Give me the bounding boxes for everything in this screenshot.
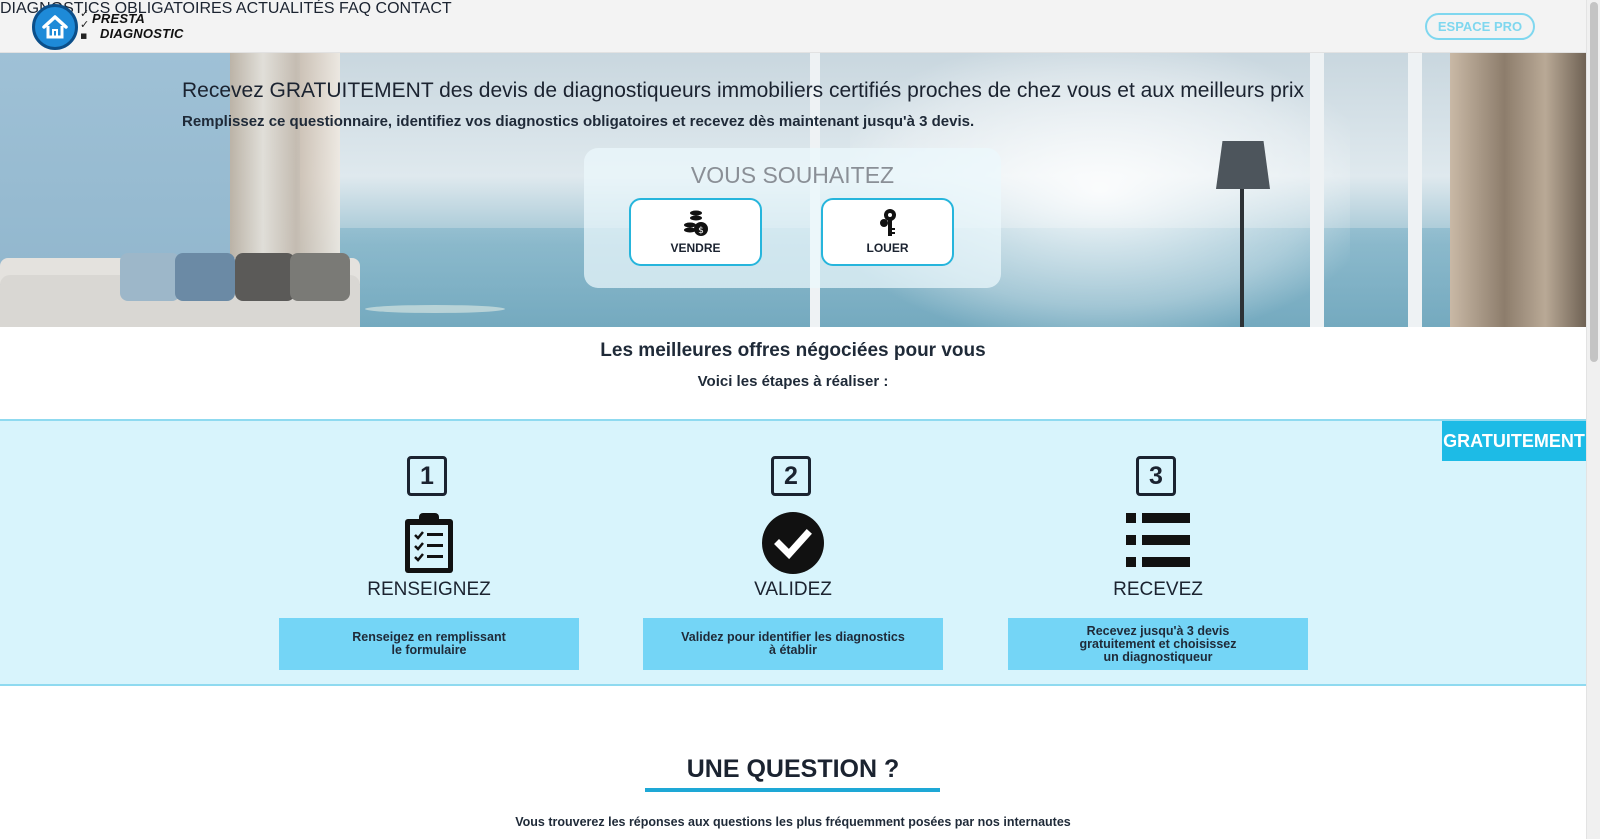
heading-underline bbox=[645, 788, 940, 792]
pillow bbox=[175, 253, 235, 301]
free-badge: GRATUITEMENT bbox=[1442, 421, 1586, 461]
keys-icon bbox=[823, 208, 952, 243]
nav-contact[interactable]: CONTACT bbox=[376, 0, 452, 17]
offers-heading: Les meilleures offres négociées pour vou… bbox=[600, 340, 986, 361]
step-description-text: Recevez jusqu'à 3 devis gratuitement et … bbox=[1079, 623, 1237, 664]
scrollbar-thumb[interactable] bbox=[1590, 2, 1598, 362]
vendre-button[interactable]: $ VENDRE bbox=[629, 198, 762, 266]
choice-title: VOUS SOUHAITEZ bbox=[690, 162, 895, 188]
check-circle-icon bbox=[643, 511, 943, 577]
coins-icon: $ bbox=[631, 208, 760, 243]
hero-subtitle: Remplissez ce questionnaire, identifiez … bbox=[182, 113, 975, 130]
step-description: Renseigez en remplissant le formulaire bbox=[279, 618, 579, 670]
hero-title: Recevez GRATUITEMENT des devis de diagno… bbox=[182, 79, 1305, 102]
choice-panel: VOUS SOUHAITEZ $ VENDRE LOUER bbox=[584, 148, 1001, 288]
window-frame bbox=[1310, 53, 1324, 327]
step-description-text: Renseigez en remplissant le formulaire bbox=[352, 630, 506, 657]
clipboard-icon bbox=[279, 511, 579, 577]
house-logo-icon bbox=[32, 4, 78, 50]
step-1: 1 RENSEIGNEZ Renseigez en remplissant le… bbox=[279, 421, 579, 688]
steps-section: GRATUITEMENT 1 RENSEIGNEZ Renseigez en r… bbox=[0, 419, 1586, 686]
louer-button[interactable]: LOUER bbox=[821, 198, 954, 266]
logo-wordmark: PRESTA DIAGNOSTIC bbox=[92, 11, 184, 41]
step-title: RECEVEZ bbox=[1113, 579, 1203, 600]
checklist-icon: ✓ ✓ ▪ bbox=[80, 7, 90, 42]
svg-text:$: $ bbox=[698, 226, 704, 236]
site-logo[interactable]: ✓ ✓ ▪ PRESTA DIAGNOSTIC bbox=[32, 4, 192, 50]
hero-banner: Recevez GRATUITEMENT des devis de diagno… bbox=[0, 53, 1586, 327]
nav-faq[interactable]: FAQ bbox=[339, 0, 371, 17]
louer-label: LOUER bbox=[866, 241, 909, 255]
question-subtitle: Vous trouverez les réponses aux question… bbox=[515, 815, 1071, 829]
step-3: 3 RECEVEZ Recevez jusqu'à 3 devis gratui… bbox=[1008, 421, 1308, 688]
step-description: Validez pour identifier les diagnostics … bbox=[643, 618, 943, 670]
hero-curtain-right bbox=[1450, 53, 1586, 327]
list-icon bbox=[1008, 511, 1308, 577]
glass-table bbox=[365, 305, 505, 313]
page-scrollbar[interactable] bbox=[1586, 0, 1600, 839]
step-number: 1 bbox=[407, 456, 447, 496]
step-2: 2 VALIDEZ Validez pour identifier les di… bbox=[643, 421, 943, 688]
lamp-pole bbox=[1240, 189, 1244, 327]
step-title: RENSEIGNEZ bbox=[367, 579, 491, 600]
site-header: ✓ ✓ ▪ PRESTA DIAGNOSTIC DIAGNOSTICS OBLIGA… bbox=[0, 0, 1586, 53]
step-description: Recevez jusqu'à 3 devis gratuitement et … bbox=[1008, 618, 1308, 670]
espace-pro-button[interactable]: ESPACE PRO bbox=[1425, 13, 1535, 40]
pillow bbox=[290, 253, 350, 301]
vendre-label: VENDRE bbox=[670, 241, 721, 255]
question-heading: UNE QUESTION ? bbox=[686, 755, 900, 783]
step-description-text: Validez pour identifier les diagnostics … bbox=[681, 630, 905, 657]
step-title: VALIDEZ bbox=[754, 579, 832, 600]
steps-intro: Voici les étapes à réaliser : bbox=[697, 373, 889, 390]
nav-actualites[interactable]: ACTUALITÉS bbox=[236, 0, 335, 17]
lamp-image bbox=[1216, 141, 1270, 189]
step-number: 2 bbox=[771, 456, 811, 496]
pillow bbox=[120, 253, 180, 301]
window-frame bbox=[1408, 53, 1422, 327]
pillow bbox=[235, 253, 295, 301]
step-number: 3 bbox=[1136, 456, 1176, 496]
